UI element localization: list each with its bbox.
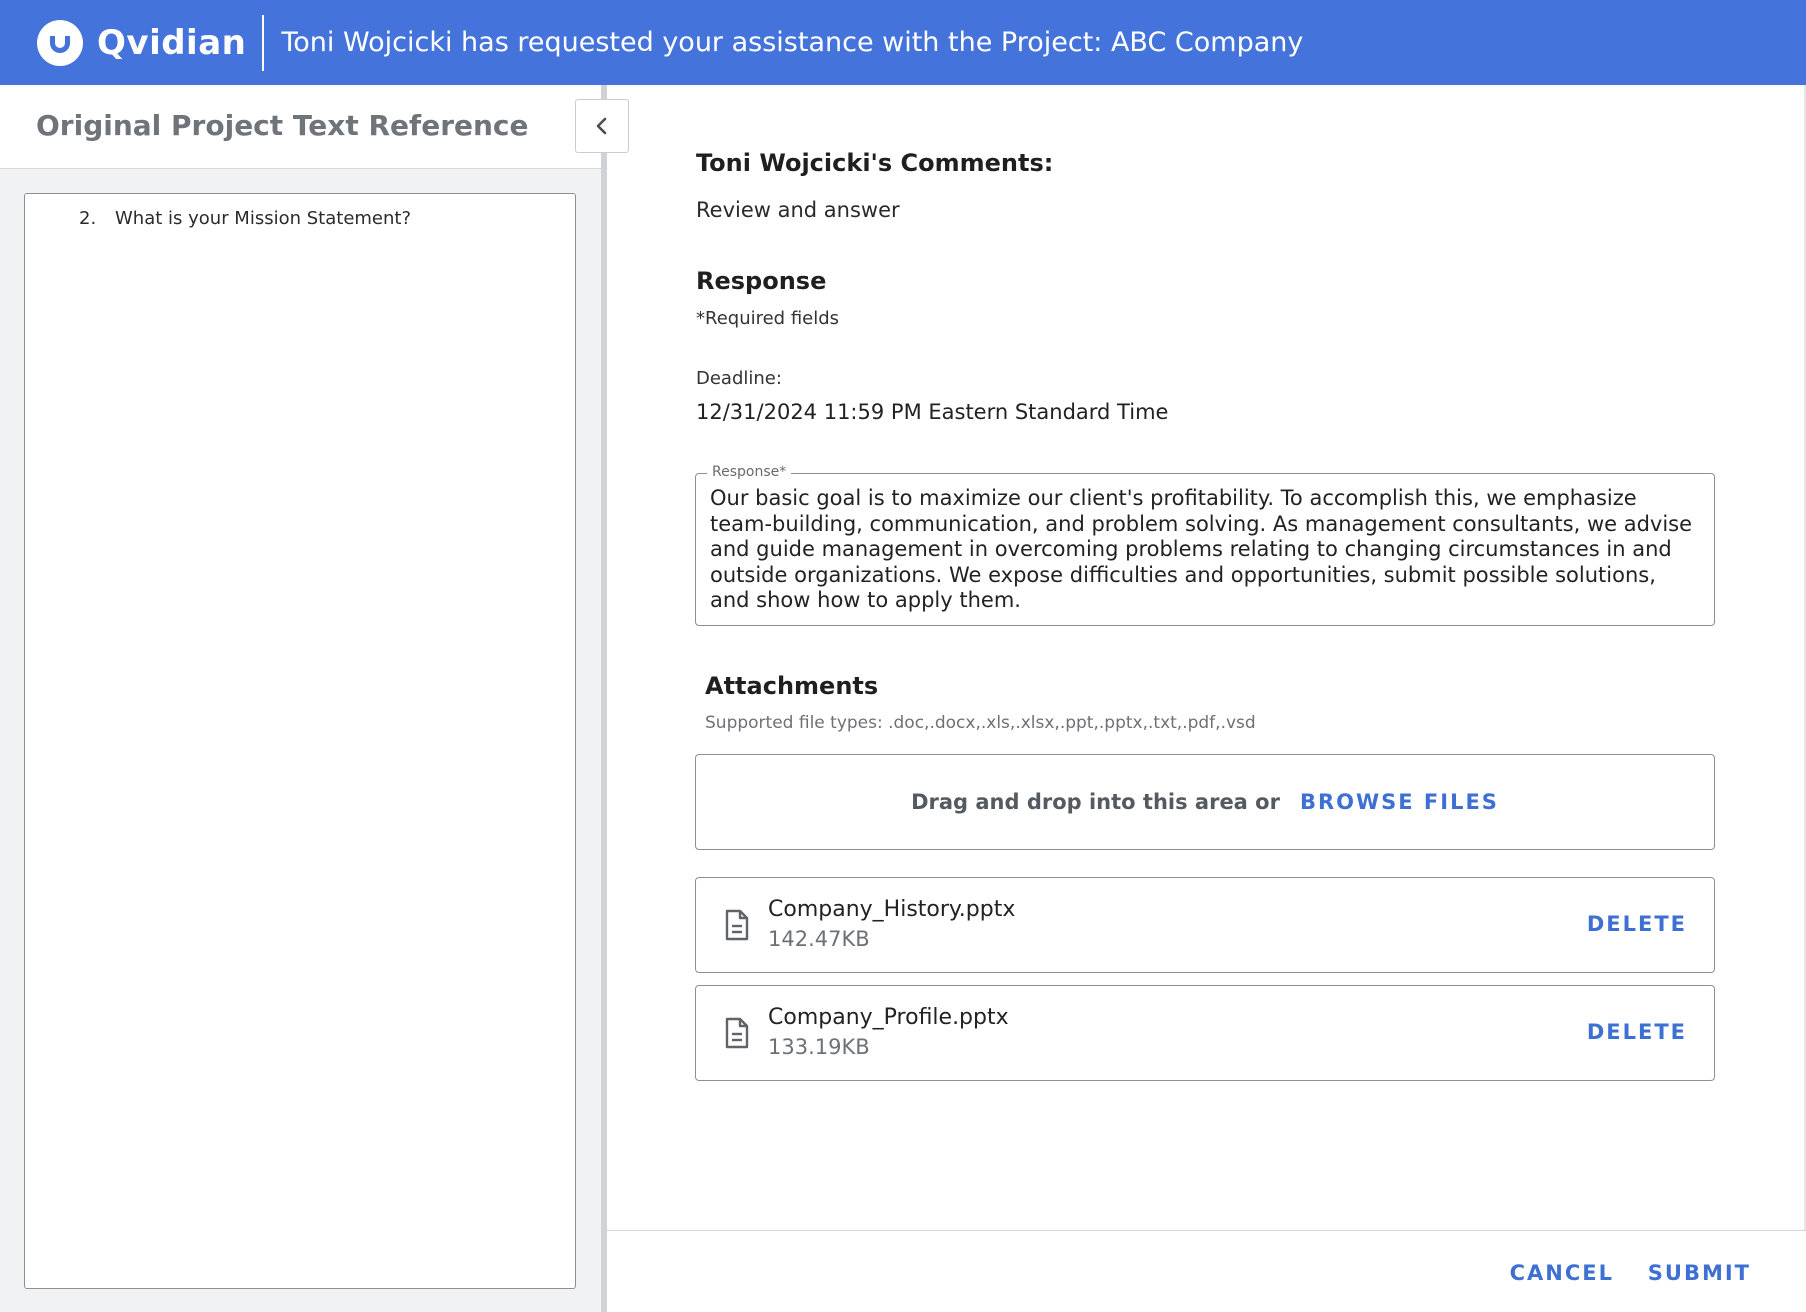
attachments-heading: Attachments: [705, 672, 879, 700]
file-dropzone[interactable]: Drag and drop into this area or BROWSE F…: [695, 754, 1715, 850]
response-field-label: Response*: [707, 464, 792, 480]
attachment-name: Company_History.pptx: [768, 897, 1016, 922]
cancel-button[interactable]: CANCEL: [1510, 1261, 1614, 1285]
chevron-left-icon: [596, 117, 607, 135]
app-header: Qvidian Toni Wojcicki has requested your…: [0, 0, 1806, 85]
supported-file-types: Supported file types: .doc,.docx,.xls,.x…: [705, 713, 1256, 733]
header-title: Toni Wojcicki has requested your assista…: [281, 27, 1304, 58]
document-icon: [725, 1017, 749, 1049]
deadline-label: Deadline:: [696, 368, 782, 389]
qvidian-logo-icon: [37, 19, 83, 66]
response-heading: Response: [696, 267, 827, 295]
reference-item-number: 2.: [79, 208, 97, 229]
reference-text-box[interactable]: 2. What is your Mission Statement?: [24, 193, 576, 1289]
attachment-name: Company_Profile.pptx: [768, 1005, 1009, 1030]
qvidian-logo: Qvidian: [37, 19, 247, 66]
logo-text: Qvidian: [97, 22, 247, 63]
submit-button[interactable]: SUBMIT: [1648, 1261, 1751, 1285]
attachment-item: Company_History.pptx 142.47KB DELETE: [695, 877, 1715, 973]
reference-panel-title: Original Project Text Reference: [36, 109, 529, 142]
reference-panel: Original Project Text Reference 2. What i…: [0, 85, 601, 1312]
document-icon: [725, 909, 749, 941]
dropzone-label: Drag and drop into this area or: [911, 790, 1280, 814]
required-fields-note: *Required fields: [696, 308, 840, 329]
attachment-size: 142.47KB: [768, 927, 870, 951]
response-field-value[interactable]: Our basic goal is to maximize our client…: [710, 486, 1702, 614]
deadline-value: 12/31/2024 11:59 PM Eastern Standard Tim…: [696, 400, 1169, 424]
action-footer: CANCEL SUBMIT: [607, 1230, 1806, 1312]
comments-heading: Toni Wojcicki's Comments:: [696, 149, 1054, 177]
response-panel: Toni Wojcicki's Comments: Review and ans…: [607, 85, 1806, 1312]
reference-item-text: What is your Mission Statement?: [115, 208, 412, 229]
collapse-panel-button[interactable]: [575, 99, 629, 153]
reference-panel-header: Original Project Text Reference: [0, 85, 601, 169]
attachment-item: Company_Profile.pptx 133.19KB DELETE: [695, 985, 1715, 1081]
delete-attachment-button[interactable]: DELETE: [1587, 1020, 1687, 1044]
reference-item: 2. What is your Mission Statement?: [79, 208, 411, 229]
delete-attachment-button[interactable]: DELETE: [1587, 912, 1687, 936]
comments-text: Review and answer: [696, 198, 900, 222]
attachment-size: 133.19KB: [768, 1035, 870, 1059]
header-divider: [262, 14, 265, 71]
browse-files-button[interactable]: BROWSE FILES: [1300, 790, 1499, 814]
response-textarea[interactable]: Response* Our basic goal is to maximize …: [695, 464, 1715, 626]
